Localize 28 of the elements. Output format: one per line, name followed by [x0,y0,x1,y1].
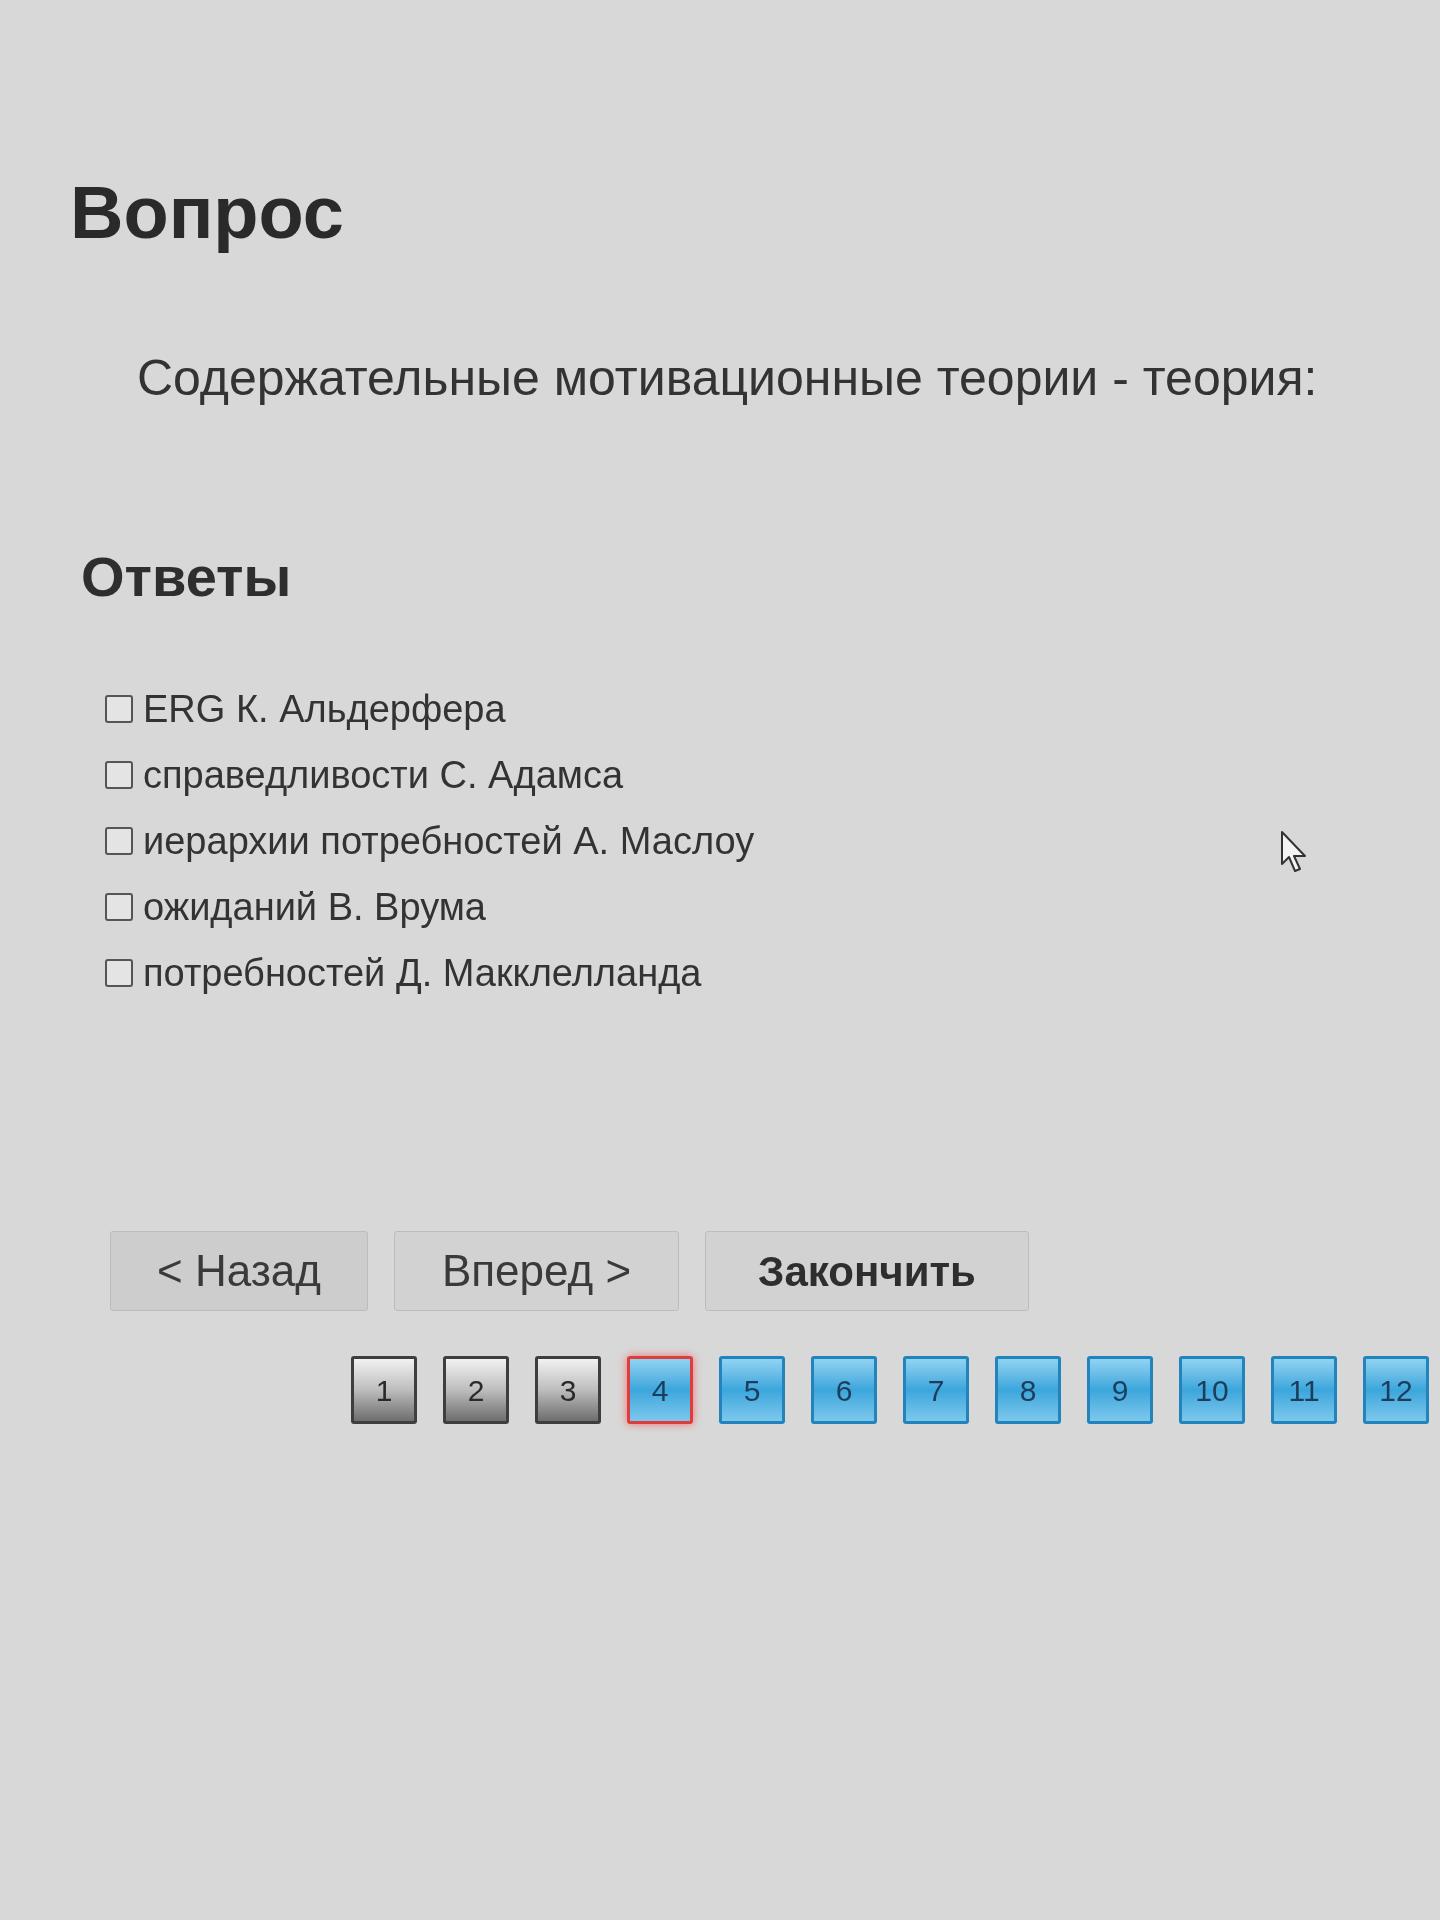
answer-checkbox[interactable] [105,959,133,987]
page-button[interactable]: 8 [995,1356,1061,1424]
answer-checkbox[interactable] [105,893,133,921]
mouse-pointer-icon [1280,830,1308,874]
page-button[interactable]: 3 [535,1356,601,1424]
answer-checkbox[interactable] [105,695,133,723]
answer-label: ERG К. Альдерфера [143,690,506,728]
next-button[interactable]: Вперед > [394,1231,679,1311]
answer-label: справедливости С. Адамса [143,756,624,794]
answer-checkbox[interactable] [105,761,133,789]
answer-label: иерархии потребностей А. Маслоу [143,822,755,860]
page-button[interactable]: 4 [627,1356,693,1424]
question-text: Содержательные мотивационные теории - теория: [137,353,1318,403]
finish-button[interactable]: Закончить [705,1231,1029,1311]
page-button[interactable]: 2 [443,1356,509,1424]
answer-label: ожиданий В. Врума [143,888,486,926]
page-button[interactable]: 12 [1363,1356,1429,1424]
page-button[interactable]: 1 [351,1356,417,1424]
page-button[interactable]: 6 [811,1356,877,1424]
page-button[interactable]: 10 [1179,1356,1245,1424]
page-button[interactable]: 9 [1087,1356,1153,1424]
answers-heading: Ответы [81,549,292,605]
page-button[interactable]: 5 [719,1356,785,1424]
page-button[interactable]: 7 [903,1356,969,1424]
answer-checkbox[interactable] [105,827,133,855]
answer-label: потребностей Д. Макклелланда [143,954,702,992]
back-button[interactable]: < Назад [110,1231,368,1311]
page-button[interactable]: 11 [1271,1356,1337,1424]
